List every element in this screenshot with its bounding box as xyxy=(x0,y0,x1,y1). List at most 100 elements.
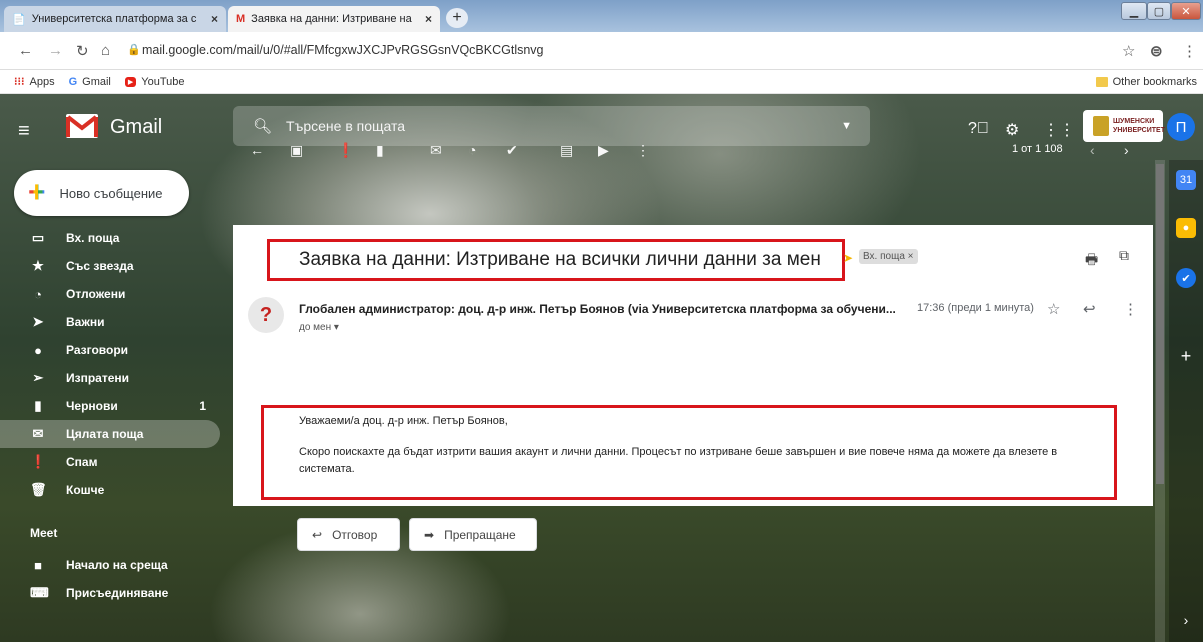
browser-tab-gmail[interactable]: M Заявка на данни: Изтриване на × xyxy=(228,6,440,32)
message-greeting: Уважаеми/а доц. д-р инж. Петър Боянов, xyxy=(299,415,508,427)
help-icon[interactable]: ?⃝ xyxy=(968,120,989,138)
sidebar-item-spam[interactable]: ❗ Спам xyxy=(0,448,220,476)
lock-icon: 🔒 xyxy=(127,44,141,56)
reply-arrow-icon: ↩ xyxy=(312,527,323,542)
home-icon[interactable]: ⌂ xyxy=(101,42,110,59)
clock-icon: ◔ xyxy=(34,286,42,302)
reply-button[interactable]: ↩ Отговор xyxy=(297,518,400,551)
forward-icon[interactable]: → xyxy=(48,42,63,59)
star-message-icon[interactable]: ☆ xyxy=(1047,300,1060,318)
inbox-icon: ▭ xyxy=(31,230,45,245)
tab-title: Заявка на данни: Изтриване на xyxy=(251,13,412,25)
keep-icon[interactable]: ● xyxy=(1176,218,1196,238)
reload-icon[interactable]: ↻ xyxy=(76,42,89,60)
sidebar-item-inbox[interactable]: ▭ Вх. поща xyxy=(0,224,220,252)
back-icon[interactable]: ← xyxy=(18,42,33,59)
inbox-label-chip[interactable]: Вх. поща × xyxy=(859,249,918,264)
minimize-button[interactable]: ▁ xyxy=(1121,2,1147,20)
search-icon[interactable]: 🔍︎ xyxy=(253,117,272,135)
reply-icon[interactable]: ↩ xyxy=(1083,300,1096,318)
spam-icon: ❗ xyxy=(30,454,47,469)
recipient-details[interactable]: до мен ▾ xyxy=(299,322,339,333)
older-icon[interactable]: › xyxy=(1124,142,1129,158)
bookmark-star-icon[interactable]: ☆ xyxy=(1122,42,1135,60)
close-tab-icon[interactable]: × xyxy=(425,12,432,26)
sidebar-item-all-mail[interactable]: ✉ Цялата поща xyxy=(0,420,220,448)
expand-panel-icon[interactable]: › xyxy=(1176,610,1196,630)
menu-dots-icon[interactable]: ⋮ xyxy=(1182,42,1197,60)
compose-button[interactable]: + Ново съобщение xyxy=(14,170,189,216)
university-logo[interactable]: ШУМЕНСКИ УНИВЕРСИТЕТ xyxy=(1083,110,1165,142)
report-spam-icon[interactable]: ❗ xyxy=(337,142,354,159)
close-window-button[interactable]: ✕ xyxy=(1171,2,1201,20)
scrollbar-thumb[interactable] xyxy=(1156,164,1164,484)
draft-icon: ▮ xyxy=(34,398,42,413)
meet-section-title: Meet xyxy=(30,526,58,540)
close-tab-icon[interactable]: × xyxy=(211,12,218,26)
snooze-icon[interactable]: ◔ xyxy=(468,142,476,158)
back-to-list-icon[interactable]: ← xyxy=(250,142,264,158)
google-g-icon: G xyxy=(68,75,78,88)
message-time: 17:36 (преди 1 минута) xyxy=(917,302,1034,314)
calendar-icon[interactable]: 31 xyxy=(1176,170,1196,190)
label-icon[interactable]: ▶ xyxy=(598,142,609,159)
message-subject: Заявка на данни: Изтриване на всички лич… xyxy=(299,249,821,270)
forward-button[interactable]: ➡ Препращане xyxy=(409,518,537,551)
other-bookmarks[interactable]: Other bookmarks xyxy=(1095,76,1197,88)
delete-icon[interactable]: ▮ xyxy=(376,142,384,159)
url-field[interactable]: mail.google.com/mail/u/0/#all/FMfcgxwJXC… xyxy=(142,43,544,57)
sidebar-item-trash[interactable]: 🗑︎ Кошче xyxy=(0,476,220,504)
google-apps-icon[interactable]: ⋮⋮ xyxy=(1043,120,1075,140)
browser-tab-university[interactable]: 📄 Университетска платформа за с × xyxy=(4,6,226,32)
keyboard-icon: ⌨ xyxy=(30,585,49,600)
bookmark-apps[interactable]: ⁝⁝⁝ Apps xyxy=(14,75,55,89)
message-view: Заявка на данни: Изтриване на всички лич… xyxy=(233,225,1153,551)
drafts-count: 1 xyxy=(199,399,206,413)
message-body: Скоро поискахте да бъдат изтрити вашия а… xyxy=(299,446,1058,475)
bookmark-youtube[interactable]: ▶ YouTube xyxy=(124,76,185,88)
mark-unread-icon[interactable]: ✉ xyxy=(430,142,442,159)
main-menu-icon[interactable]: ≡ xyxy=(18,120,30,143)
browser-tab-bar: 📄 Университетска платформа за с × M Заяв… xyxy=(0,0,1203,32)
settings-gear-icon[interactable]: ⚙ xyxy=(1005,120,1019,140)
newer-icon[interactable]: ‹ xyxy=(1090,142,1095,158)
chat-icon: ● xyxy=(34,342,42,358)
bookmark-gmail[interactable]: G Gmail xyxy=(69,76,111,88)
sidebar-item-drafts[interactable]: ▮ Чернови 1 xyxy=(0,392,220,420)
archive-icon[interactable]: ▣ xyxy=(290,142,303,159)
more-actions-icon[interactable]: ⋮ xyxy=(636,142,650,159)
sidebar-item-chats[interactable]: ● Разговори xyxy=(0,336,220,364)
avatar[interactable]: П xyxy=(1167,113,1195,141)
move-to-icon[interactable]: ▤ xyxy=(560,142,573,159)
trash-icon: 🗑︎ xyxy=(30,482,47,497)
importance-marker-icon[interactable]: ➤ xyxy=(843,251,853,265)
forward-arrow-icon: ➡ xyxy=(424,527,435,542)
sidebar-item-starred[interactable]: ★ Със звезда xyxy=(0,252,220,280)
compose-plus-icon: + xyxy=(28,176,46,209)
add-task-icon[interactable]: ✔ xyxy=(506,142,518,159)
maximize-button[interactable]: ▢ xyxy=(1147,2,1171,20)
gmail-favicon-icon: M xyxy=(236,13,246,25)
profile-icon[interactable]: ⊜ xyxy=(1150,42,1163,60)
meet-new-meeting[interactable]: ■ Начало на среща xyxy=(0,551,220,579)
apps-grid-icon: ⁝⁝⁝ xyxy=(14,76,25,88)
search-bar[interactable]: 🔍︎ Търсене в пощата ▼ xyxy=(233,106,870,146)
sender-name: Глобален администратор: доц. д-р инж. Пе… xyxy=(299,302,896,316)
video-icon: ■ xyxy=(34,557,42,573)
gmail-logo-icon xyxy=(66,114,98,138)
important-icon: ➤ xyxy=(32,314,44,329)
search-input[interactable]: Търсене в пощата xyxy=(286,118,405,134)
search-options-icon[interactable]: ▼ xyxy=(841,120,852,132)
get-addons-icon[interactable]: + xyxy=(1176,346,1196,366)
sidebar-item-important[interactable]: ➤ Важни xyxy=(0,308,220,336)
sidebar-item-sent[interactable]: ➢ Изпратени xyxy=(0,364,220,392)
print-icon[interactable]: 🖶 xyxy=(1085,249,1098,273)
sidebar-item-snoozed[interactable]: ◔ Отложени xyxy=(0,280,220,308)
tasks-icon[interactable]: ✔ xyxy=(1176,268,1196,288)
new-tab-button[interactable]: + xyxy=(446,8,468,28)
meet-join-meeting[interactable]: ⌨ Присъединяване xyxy=(0,579,220,607)
star-icon: ★ xyxy=(32,258,44,273)
open-new-window-icon[interactable]: ⧉ xyxy=(1119,247,1129,264)
more-options-icon[interactable]: ⋮ xyxy=(1123,300,1138,318)
gmail-app: ≡ Gmail 🔍︎ Търсене в пощата ▼ ?⃝ ⚙ ⋮⋮ ШУ… xyxy=(0,94,1203,642)
